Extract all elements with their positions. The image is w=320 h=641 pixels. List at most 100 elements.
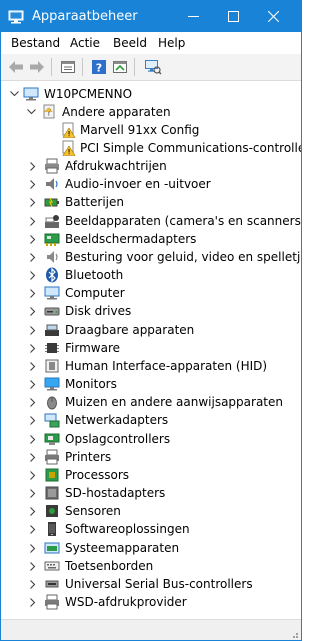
speaker-icon <box>46 178 58 190</box>
expand-chevron-icon[interactable] <box>28 560 38 572</box>
back-button[interactable] <box>7 58 25 76</box>
update-driver-icon <box>113 61 127 73</box>
expand-chevron-icon[interactable] <box>28 523 38 535</box>
expand-chevron-icon[interactable] <box>28 378 38 390</box>
tree-item-label: Batterijen <box>65 195 124 209</box>
maximize-button[interactable] <box>213 1 253 32</box>
help-button[interactable]: ? <box>90 58 108 76</box>
tree-item-category[interactable]: Disk drives <box>1 302 301 320</box>
software-icon <box>48 522 56 536</box>
tree-item-label: Netwerkadapters <box>65 413 169 427</box>
sound-icon <box>47 251 58 263</box>
tree-item-category[interactable]: Beeldschermadapters <box>1 230 301 248</box>
tree-item-label: Draagbare apparaten <box>65 323 195 337</box>
resize-grip-icon[interactable] <box>289 629 299 639</box>
expand-chevron-icon[interactable] <box>28 487 38 499</box>
tree-item-category[interactable]: Bluetooth <box>1 266 301 284</box>
device-manager-window: Apparaatbeheer Bestand Actie Beeld Help … <box>0 0 302 641</box>
tree-item-category[interactable]: Softwareoplossingen <box>1 520 301 538</box>
tree-item-other-devices[interactable]: ? Andere apparaten <box>1 103 301 121</box>
tree-item-category[interactable]: Human Interface-apparaten (HID) <box>1 357 301 375</box>
expand-chevron-icon[interactable] <box>28 578 38 590</box>
expand-chevron-icon[interactable] <box>28 305 38 317</box>
expand-chevron-icon[interactable] <box>28 414 38 426</box>
expand-chevron-icon[interactable] <box>28 596 38 608</box>
tree-item-label: Marvell 91xx Config <box>80 123 200 137</box>
tree-item-category[interactable]: Firmware <box>1 339 301 357</box>
tree-item-category[interactable]: Sensoren <box>1 502 301 520</box>
tree-item-category[interactable]: Afdrukwachtrijen <box>1 157 301 175</box>
toolbar-separator <box>51 58 52 76</box>
tree-item-category[interactable]: Muizen en andere aanwijsapparaten <box>1 393 301 411</box>
tree-item-label: Monitors <box>65 377 117 391</box>
close-button[interactable] <box>253 1 293 32</box>
tree-item-label: Sensoren <box>65 504 121 518</box>
tree-item-category[interactable]: WSD-afdrukprovider <box>1 593 301 611</box>
expand-chevron-icon[interactable] <box>28 233 38 245</box>
minimize-button[interactable] <box>173 1 213 32</box>
tree-item-category[interactable]: Audio-invoer en -uitvoer <box>1 175 301 193</box>
tree-item-category[interactable]: Beeldapparaten (camera's en scanners) <box>1 212 301 230</box>
tree-item-category[interactable]: Monitors <box>1 375 301 393</box>
tree-item-label: PCI Simple Communications-controller <box>80 141 302 155</box>
scan-hardware-button[interactable] <box>144 58 162 76</box>
expand-chevron-icon[interactable] <box>28 542 38 554</box>
tree-item-category[interactable]: Besturing voor geluid, video en spelletj… <box>1 248 301 266</box>
tree-item-category[interactable]: Systeemapparaten <box>1 539 301 557</box>
tree-item-category[interactable]: Universal Serial Bus-controllers <box>1 575 301 593</box>
expand-chevron-icon[interactable] <box>28 160 38 172</box>
tree-item-category[interactable]: Computer <box>1 284 301 302</box>
expand-chevron-icon[interactable] <box>28 451 38 463</box>
expand-chevron-icon[interactable] <box>28 342 38 354</box>
expand-chevron-icon[interactable] <box>28 505 38 517</box>
expand-chevron-icon[interactable] <box>28 215 38 227</box>
camera-icon <box>45 215 59 228</box>
collapse-chevron-icon[interactable] <box>26 106 36 118</box>
expand-chevron-icon[interactable] <box>28 396 38 408</box>
tree-item-category[interactable]: SD-hostadapters <box>1 484 301 502</box>
collapse-chevron-icon[interactable] <box>9 88 19 100</box>
tree-item-category[interactable]: Processors <box>1 466 301 484</box>
menu-action[interactable]: Actie <box>70 35 100 51</box>
warning-device-icon <box>62 122 76 138</box>
tree-item-category[interactable]: Toetsenborden <box>1 557 301 575</box>
tree-item-category[interactable]: Opslagcontrollers <box>1 430 301 448</box>
tree-item-label: Printers <box>65 450 112 464</box>
menu-file[interactable]: Bestand <box>11 35 60 51</box>
printer-queue-icon <box>45 158 59 174</box>
expand-chevron-icon[interactable] <box>28 251 38 263</box>
disk-drive-icon <box>44 307 60 316</box>
expand-chevron-icon[interactable] <box>28 287 38 299</box>
help-icon: ? <box>92 60 106 75</box>
expand-chevron-icon[interactable] <box>28 178 38 190</box>
tree-item-label: Beeldapparaten (camera's en scanners) <box>65 214 302 228</box>
hid-icon <box>45 359 59 373</box>
tree-item-label: Toetsenborden <box>65 559 154 573</box>
tree-item-category[interactable]: Printers <box>1 448 301 466</box>
minimize-icon <box>187 16 199 17</box>
properties-button[interactable] <box>59 58 77 76</box>
expand-chevron-icon[interactable] <box>28 433 38 445</box>
root-label: W10PCMENNO <box>44 87 133 101</box>
tree-root[interactable]: W10PCMENNO <box>1 85 301 103</box>
tree-item-category[interactable]: Batterijen <box>1 193 301 211</box>
expand-chevron-icon[interactable] <box>28 269 38 281</box>
tree-item-category[interactable]: Netwerkadapters <box>1 411 301 429</box>
tree-item-marvell[interactable]: Marvell 91xx Config <box>1 121 301 139</box>
tree-item-label: Universal Serial Bus-controllers <box>65 577 253 591</box>
expand-chevron-icon[interactable] <box>28 360 38 372</box>
expand-chevron-icon[interactable] <box>28 196 38 208</box>
tree-item-pci-simple[interactable]: PCI Simple Communications-controller <box>1 139 301 157</box>
forward-button[interactable] <box>28 58 46 76</box>
update-driver-button[interactable] <box>111 58 129 76</box>
expand-chevron-icon[interactable] <box>28 324 38 336</box>
menu-help[interactable]: Help <box>158 35 185 51</box>
wsd-printer-icon <box>45 594 59 610</box>
title-bar[interactable]: Apparaatbeheer <box>1 1 301 32</box>
menu-view[interactable]: Beeld <box>113 35 147 51</box>
printer-icon <box>45 449 59 465</box>
tree-item-label: Firmware <box>65 341 120 355</box>
expand-chevron-icon[interactable] <box>28 469 38 481</box>
processor-icon <box>45 468 59 482</box>
tree-item-category[interactable]: Draagbare apparaten <box>1 321 301 339</box>
